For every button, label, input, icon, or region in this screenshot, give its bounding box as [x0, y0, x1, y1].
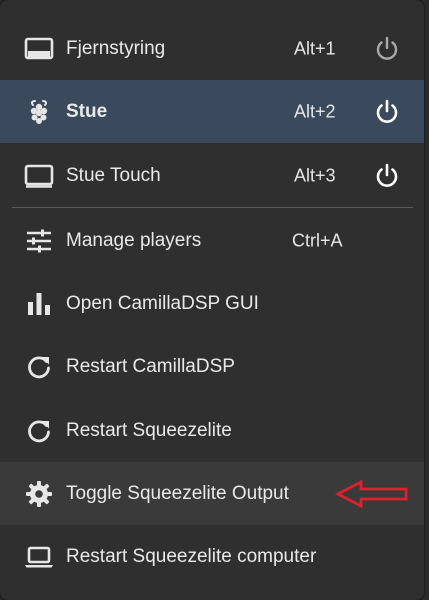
shortcut-label: Ctrl+A — [292, 230, 343, 250]
menu-divider — [12, 207, 413, 208]
shortcut-label: Alt+3 — [294, 165, 336, 185]
player-menu: Fjernstyring Alt+1 Stue Alt+2 Stue Touch… — [0, 0, 424, 600]
display-icon — [24, 34, 54, 64]
menu-item-fjernstyring[interactable]: Fjernstyring Alt+1 — [0, 17, 424, 80]
refresh-icon — [24, 416, 54, 446]
menu-item-label: Restart Squeezelite — [66, 419, 232, 441]
power-icon[interactable] — [371, 33, 403, 65]
menu-item-label: Stue Touch — [66, 164, 161, 186]
menu-item-label: Restart CamillaDSP — [66, 355, 235, 377]
shortcut-label: Alt+1 — [294, 38, 336, 58]
sliders-icon — [24, 226, 54, 256]
menu-item-label: Restart Squeezelite computer — [66, 545, 317, 567]
gear-icon — [24, 479, 54, 509]
laptop-icon — [24, 542, 54, 572]
annotation-arrow-icon — [335, 479, 408, 509]
menu-item-label: Manage players — [66, 229, 202, 251]
monitor-icon — [24, 161, 54, 191]
menu-item-label: Stue — [66, 100, 108, 122]
menu-item-restart-squeezelite[interactable]: Restart Squeezelite — [0, 399, 424, 462]
menu-item-open-camilladsp-gui[interactable]: Open CamillaDSP GUI — [0, 272, 424, 335]
refresh-icon — [24, 352, 54, 382]
menu-item-label: Toggle Squeezelite Output — [66, 482, 289, 504]
menu-item-stue[interactable]: Stue Alt+2 — [0, 80, 424, 143]
shortcut-label: Alt+2 — [294, 101, 336, 121]
menu-item-label: Open CamillaDSP GUI — [66, 292, 259, 314]
menu-item-restart-camilladsp[interactable]: Restart CamillaDSP — [0, 335, 424, 398]
menu-item-label: Fjernstyring — [66, 37, 166, 59]
menu-item-stue-touch[interactable]: Stue Touch Alt+3 — [0, 144, 424, 207]
bar-chart-icon — [24, 289, 54, 319]
raspberry-pi-icon — [24, 97, 54, 127]
menu-item-manage-players[interactable]: Manage players Ctrl+A — [0, 209, 424, 272]
power-icon[interactable] — [371, 96, 403, 128]
menu-item-restart-squeezelite-computer[interactable]: Restart Squeezelite computer — [0, 525, 424, 588]
power-icon[interactable] — [371, 160, 403, 192]
